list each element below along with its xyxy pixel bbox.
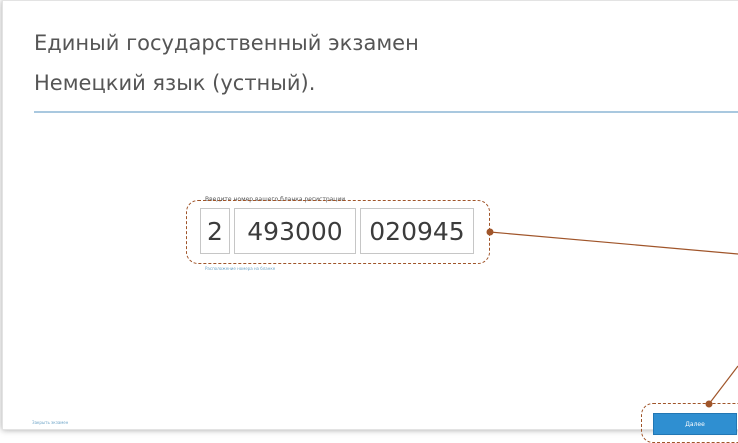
number-location-link[interactable]: Расположение номера на бланке — [205, 266, 275, 271]
title-divider — [34, 111, 738, 113]
exam-subject: Немецкий язык (устный). — [34, 71, 316, 95]
close-exam-link[interactable]: Закрыть экзамен — [32, 420, 68, 425]
registration-callout — [186, 200, 490, 264]
next-button[interactable]: Далее — [653, 413, 737, 435]
exam-title: Единый государственный экзамен — [34, 31, 419, 55]
